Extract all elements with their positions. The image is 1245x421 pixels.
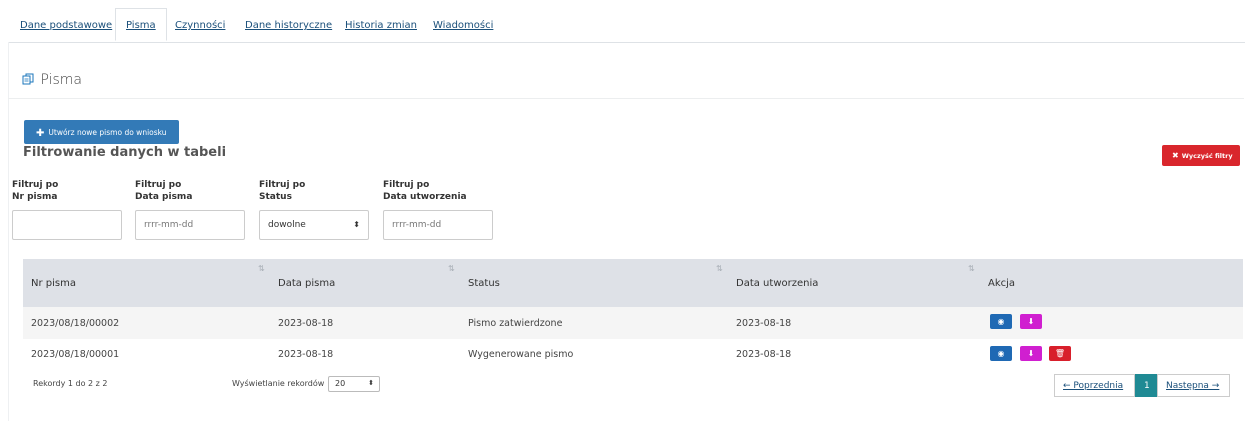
filter-label-data-pisma: Filtruj po Data pisma — [135, 179, 192, 203]
download-button[interactable]: ⬇ — [1020, 314, 1042, 329]
download-icon: ⬇ — [1027, 349, 1035, 358]
sort-icon[interactable]: ⇅ — [716, 264, 723, 273]
column-header-action: Akcja — [988, 278, 1016, 289]
tab-dane-historyczne[interactable]: Dane historyczne — [245, 20, 332, 31]
filter-label-line: Data pisma — [135, 192, 193, 202]
section-title-text: Pisma — [40, 72, 82, 88]
next-page-button[interactable]: Następna → — [1157, 374, 1230, 397]
filter-status-select[interactable]: dowolne ⬍ — [259, 210, 369, 240]
filter-label-nr: Filtruj po Nr pisma — [12, 179, 58, 203]
download-icon: ⬇ — [1027, 317, 1035, 326]
records-info: Rekordy 1 do 2 z 2 — [33, 379, 108, 388]
prev-page-button[interactable]: ← Poprzednia — [1054, 374, 1135, 397]
cell-date: 2023-08-18 — [278, 318, 334, 329]
cell-status: Pismo zatwierdzone — [468, 318, 563, 329]
tab-bar: Dane podstawowe Pisma Czynności Dane his… — [8, 8, 1245, 43]
clear-filters-label: Wyczyść filtry — [1181, 152, 1233, 160]
sort-icon[interactable]: ⇅ — [968, 264, 975, 273]
section-title: Pisma — [22, 72, 82, 88]
sort-icon[interactable]: ⇅ — [258, 264, 265, 273]
column-header-date[interactable]: Data pisma — [278, 278, 335, 289]
filter-title: Filtrowanie danych w tabeli — [23, 145, 227, 160]
eye-icon: ◉ — [997, 349, 1005, 358]
view-button[interactable]: ◉ — [990, 314, 1012, 329]
delete-button[interactable]: 🗑 — [1049, 346, 1071, 361]
cell-status: Wygenerowane pismo — [468, 349, 574, 360]
filter-created-input[interactable]: rrrr-mm-dd — [383, 210, 493, 240]
x-icon: ✖ — [1172, 151, 1179, 160]
view-button[interactable]: ◉ — [990, 346, 1012, 361]
documents-icon — [22, 72, 36, 88]
create-letter-label: Utwórz nowe pismo do wniosku — [48, 128, 167, 137]
cell-nr: 2023/08/18/00001 — [31, 349, 120, 360]
filter-nr-input[interactable] — [12, 210, 122, 240]
filter-label-line: Status — [259, 192, 292, 202]
tab-czynnosci[interactable]: Czynności — [175, 20, 225, 31]
filter-label-status: Filtruj po Status — [259, 179, 305, 203]
table-row — [23, 307, 1243, 339]
filter-label-line: Filtruj po — [383, 180, 430, 190]
select-arrows-icon: ⬍ — [353, 220, 360, 229]
filter-label-line: Filtruj po — [135, 180, 182, 190]
clear-filters-button[interactable]: ✖ Wyczyść filtry — [1162, 145, 1240, 166]
sort-icon[interactable]: ⇅ — [448, 264, 455, 273]
plus-icon: ✚ — [36, 128, 45, 139]
page-length-select[interactable]: 20 ⬍ — [328, 376, 380, 392]
create-letter-button[interactable]: ✚ Utwórz nowe pismo do wniosku — [24, 120, 179, 144]
tab-historia-zmian[interactable]: Historia zmian — [345, 20, 417, 31]
page-1-button[interactable]: 1 — [1135, 374, 1157, 397]
eye-icon: ◉ — [997, 317, 1005, 326]
cell-nr: 2023/08/18/00002 — [31, 318, 120, 329]
tab-dane-podstawowe[interactable]: Dane podstawowe — [20, 20, 112, 31]
filter-label-line: Nr pisma — [12, 192, 58, 202]
column-header-status[interactable]: Status — [468, 278, 500, 289]
cell-created: 2023-08-18 — [736, 349, 792, 360]
filter-label-line: Filtruj po — [12, 180, 59, 190]
download-button[interactable]: ⬇ — [1020, 346, 1042, 361]
filter-label-data-utworzenia: Filtruj po Data utworzenia — [383, 179, 467, 203]
column-header-created[interactable]: Data utworzenia — [736, 278, 818, 289]
tab-wiadomosci[interactable]: Wiadomości — [433, 20, 493, 31]
select-arrows-icon: ⬍ — [368, 379, 374, 387]
cell-created: 2023-08-18 — [736, 318, 792, 329]
trash-icon: 🗑 — [1054, 349, 1066, 358]
filter-label-line: Filtruj po — [259, 180, 306, 190]
page-length-label: Wyświetlanie rekordów — [232, 379, 325, 388]
cell-date: 2023-08-18 — [278, 349, 334, 360]
column-header-nr[interactable]: Nr pisma — [31, 278, 76, 289]
filter-status-value: dowolne — [268, 220, 306, 230]
filter-date-input[interactable]: rrrr-mm-dd — [135, 210, 245, 240]
table-header — [23, 259, 1243, 307]
page-length-value: 20 — [335, 379, 346, 388]
filter-label-line: Data utworzenia — [383, 192, 467, 202]
divider — [8, 98, 1244, 99]
tab-pisma[interactable]: Pisma — [115, 8, 167, 41]
